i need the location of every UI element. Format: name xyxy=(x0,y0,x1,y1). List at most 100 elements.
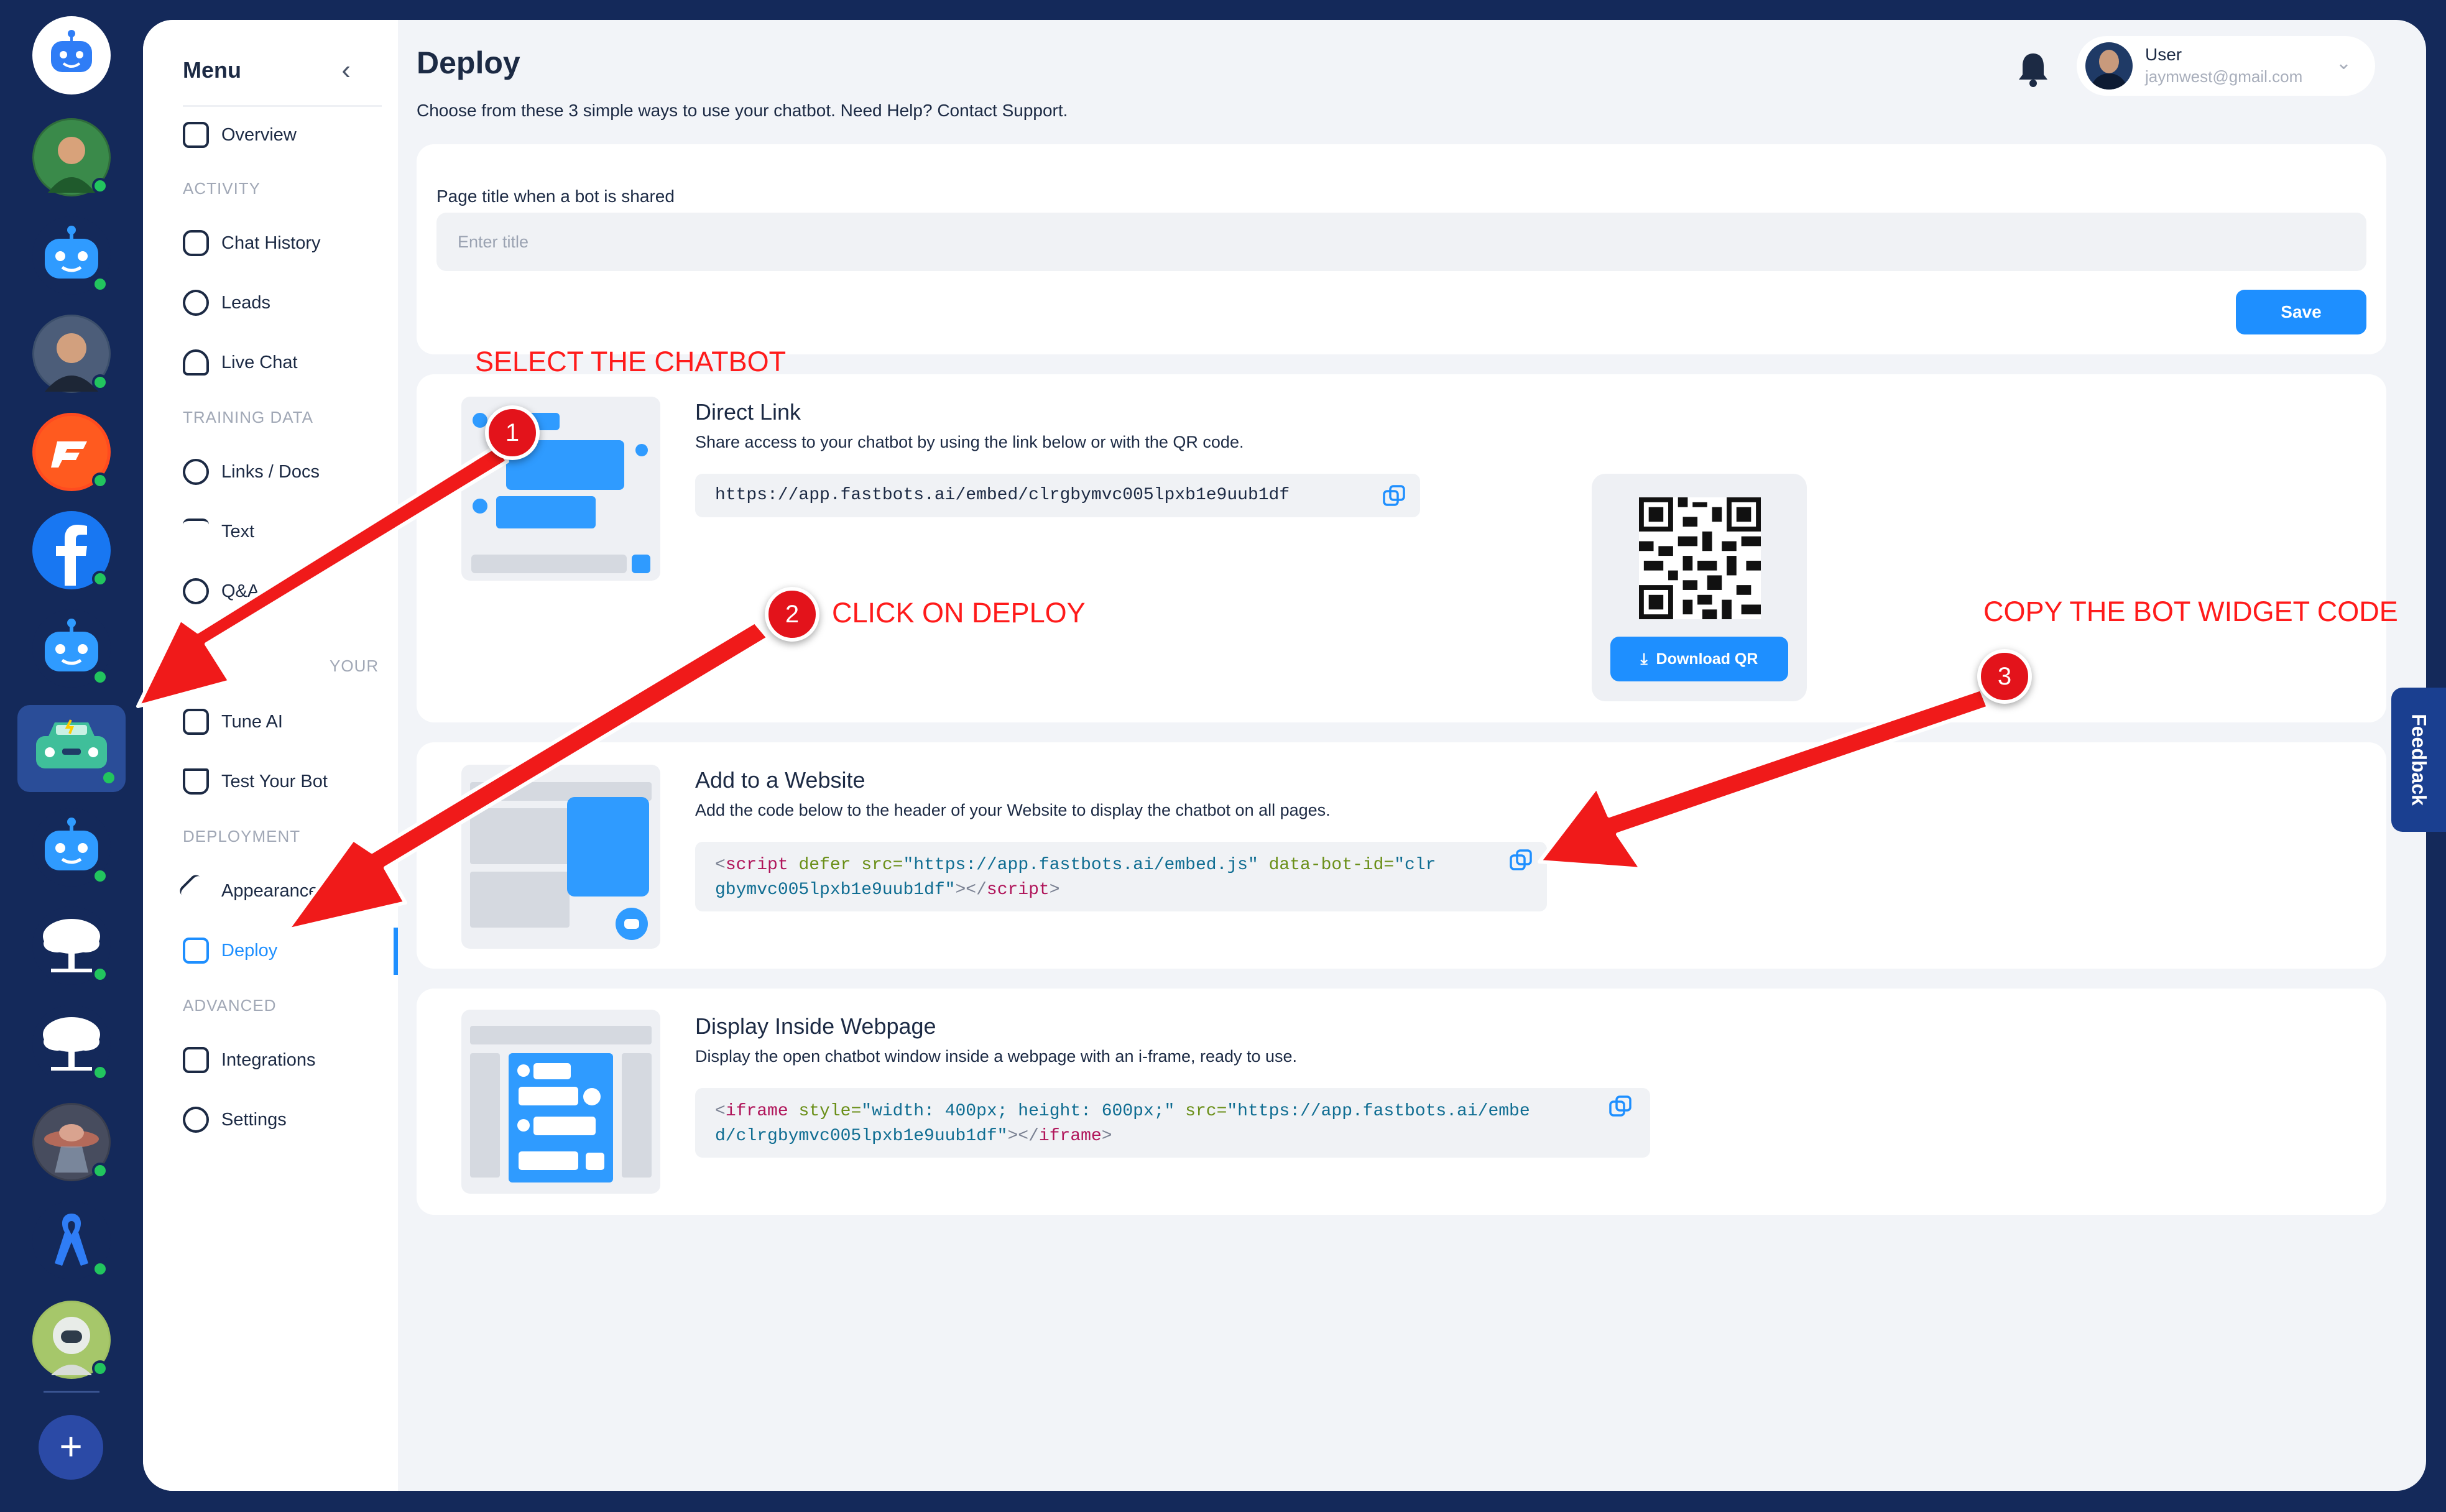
save-button[interactable]: Save xyxy=(2236,290,2366,334)
menu-item-test-bot[interactable]: Test Your Bot xyxy=(183,760,398,803)
iframe-embed-code[interactable]: <iframe style="width: 400px; height: 600… xyxy=(695,1088,1650,1158)
bot-astronaut-icon[interactable] xyxy=(32,1301,111,1379)
bot-facebook-icon[interactable] xyxy=(32,511,111,589)
download-qr-label: Download QR xyxy=(1656,650,1758,668)
bot-robot-icon[interactable] xyxy=(32,808,111,887)
menu-item-chat-history[interactable]: Chat History xyxy=(183,221,398,265)
menu-item-label: Test Your Bot xyxy=(221,771,328,791)
menu-item-integrations[interactable]: Integrations xyxy=(183,1038,398,1082)
flask-icon xyxy=(183,768,209,795)
bot-avatar-icon[interactable] xyxy=(32,315,111,393)
bot-avatar-icon[interactable] xyxy=(32,118,111,196)
bot-fastbots-icon[interactable] xyxy=(32,413,111,491)
code-string: d/clrgbymvc005lpxb1e9uub1df" xyxy=(715,1127,1008,1146)
menu-item-label: Text xyxy=(221,521,255,542)
section-training-data: TRAINING DATA xyxy=(183,408,313,426)
menu-item-text[interactable]: Text xyxy=(183,510,398,553)
bot-tree-icon[interactable] xyxy=(32,906,111,985)
code-punc: ></ xyxy=(1007,1127,1039,1146)
main-panel: Menu ‹ Overview ACTIVITY Chat History Le… xyxy=(143,20,2426,1491)
code-attr: data-bot-id= xyxy=(1258,855,1395,875)
menu-item-label: Live Chat xyxy=(221,352,298,372)
avatar xyxy=(2085,42,2133,90)
menu-item-label: Q&A xyxy=(221,581,260,601)
chat-search-icon xyxy=(183,230,209,256)
code-string: "https://app.fastbots.ai/embe xyxy=(1227,1102,1530,1121)
menu-item-tune-ai[interactable]: Tune AI xyxy=(183,700,398,744)
code-punc: > xyxy=(1101,1127,1112,1146)
qa-bubble-icon xyxy=(183,578,209,604)
add-bot-button[interactable]: + xyxy=(39,1415,103,1480)
share-title-label: Page title when a bot is shared xyxy=(436,187,675,206)
code-punc: < xyxy=(715,855,726,875)
bot-robot-icon[interactable] xyxy=(32,216,111,295)
menu-title: Menu xyxy=(183,57,241,83)
tune-icon xyxy=(183,709,209,735)
external-link-icon xyxy=(183,1047,209,1073)
menu-item-label: Leads xyxy=(221,292,271,313)
menu-item-deploy[interactable]: Deploy xyxy=(183,929,398,972)
menu-item-label: Chat History xyxy=(221,233,321,253)
code-attr: src= xyxy=(1175,1102,1227,1121)
step-1-badge: 1 xyxy=(485,405,540,460)
copy-icon[interactable] xyxy=(1508,848,1533,873)
copy-icon[interactable] xyxy=(1382,484,1406,509)
menu-item-overview[interactable]: Overview xyxy=(183,113,398,157)
collapse-chevron-icon[interactable]: ‹ xyxy=(341,55,351,86)
section-tune: YOUR xyxy=(330,657,379,675)
user-email: jaymwest@gmail.com xyxy=(2145,67,2303,86)
menu-item-live-chat[interactable]: Live Chat xyxy=(183,341,398,384)
direct-link-title: Direct Link xyxy=(695,399,801,425)
page-title: Deploy xyxy=(417,45,520,80)
headset-icon xyxy=(183,349,209,376)
bot-robot-icon[interactable] xyxy=(32,609,111,688)
website-title: Add to a Website xyxy=(695,767,865,793)
download-qr-button[interactable]: ⤓ Download QR xyxy=(1610,637,1788,681)
qr-panel: ⤓ Download QR xyxy=(1592,474,1807,701)
iframe-illustration xyxy=(461,1010,660,1194)
active-indicator xyxy=(394,928,398,975)
bot-ribbon-icon[interactable] xyxy=(32,1201,111,1279)
menu-item-leads[interactable]: Leads xyxy=(183,281,398,325)
iframe-title: Display Inside Webpage xyxy=(695,1013,936,1039)
section-advanced: ADVANCED xyxy=(183,996,277,1015)
step-2-badge: 2 xyxy=(765,587,819,642)
user-name: User xyxy=(2145,45,2182,64)
code-attr: defer src= xyxy=(788,855,903,875)
menu-item-label: Links / Docs xyxy=(221,461,320,482)
direct-link-url[interactable]: https://app.fastbots.ai/embed/clrgbymvc0… xyxy=(695,474,1420,517)
iframe-desc: Display the open chatbot window inside a… xyxy=(695,1047,1298,1066)
code-tag: iframe xyxy=(725,1102,788,1121)
logo-bot-icon[interactable] xyxy=(32,16,111,94)
code-tag: iframe xyxy=(1038,1127,1102,1146)
menu-item-settings[interactable]: Settings xyxy=(183,1098,398,1141)
website-illustration xyxy=(461,765,660,949)
download-icon: ⤓ xyxy=(1640,650,1656,668)
share-title-input[interactable] xyxy=(436,213,2366,271)
rail-divider xyxy=(44,1391,99,1393)
copy-icon[interactable] xyxy=(1608,1094,1633,1119)
qr-code-icon xyxy=(1639,497,1761,619)
bot-ufo-icon[interactable] xyxy=(32,1103,111,1181)
feedback-label: Feedback xyxy=(2407,714,2430,806)
bot-tree-icon[interactable] xyxy=(32,1005,111,1083)
share-title-card: Page title when a bot is shared Save xyxy=(417,144,2386,354)
code-tag: script xyxy=(986,880,1050,900)
code-punc: > xyxy=(1049,880,1060,900)
menu-item-label: Overview xyxy=(221,124,297,145)
page-subtitle: Choose from these 3 simple ways to use y… xyxy=(417,101,1068,120)
side-menu: Menu ‹ Overview ACTIVITY Chat History Le… xyxy=(143,20,398,1491)
website-card: Add to a Website Add the code below to t… xyxy=(417,742,2386,969)
user-menu[interactable]: User jaymwest@gmail.com ⌄ xyxy=(2077,36,2375,96)
menu-item-appearance[interactable]: Appearance xyxy=(177,869,398,913)
bell-icon[interactable] xyxy=(2008,45,2058,94)
menu-item-qa[interactable]: Q&A xyxy=(183,569,398,613)
menu-item-links-docs[interactable]: Links / Docs xyxy=(183,450,398,494)
website-embed-code[interactable]: <script defer src="https://app.fastbots.… xyxy=(695,842,1547,911)
code-punc: < xyxy=(715,1102,726,1121)
text-icon xyxy=(183,519,209,545)
website-desc: Add the code below to the header of your… xyxy=(695,801,1331,819)
feedback-tab[interactable]: Feedback xyxy=(2391,688,2446,832)
selected-bot[interactable] xyxy=(17,705,126,792)
code-file-icon xyxy=(183,938,209,964)
